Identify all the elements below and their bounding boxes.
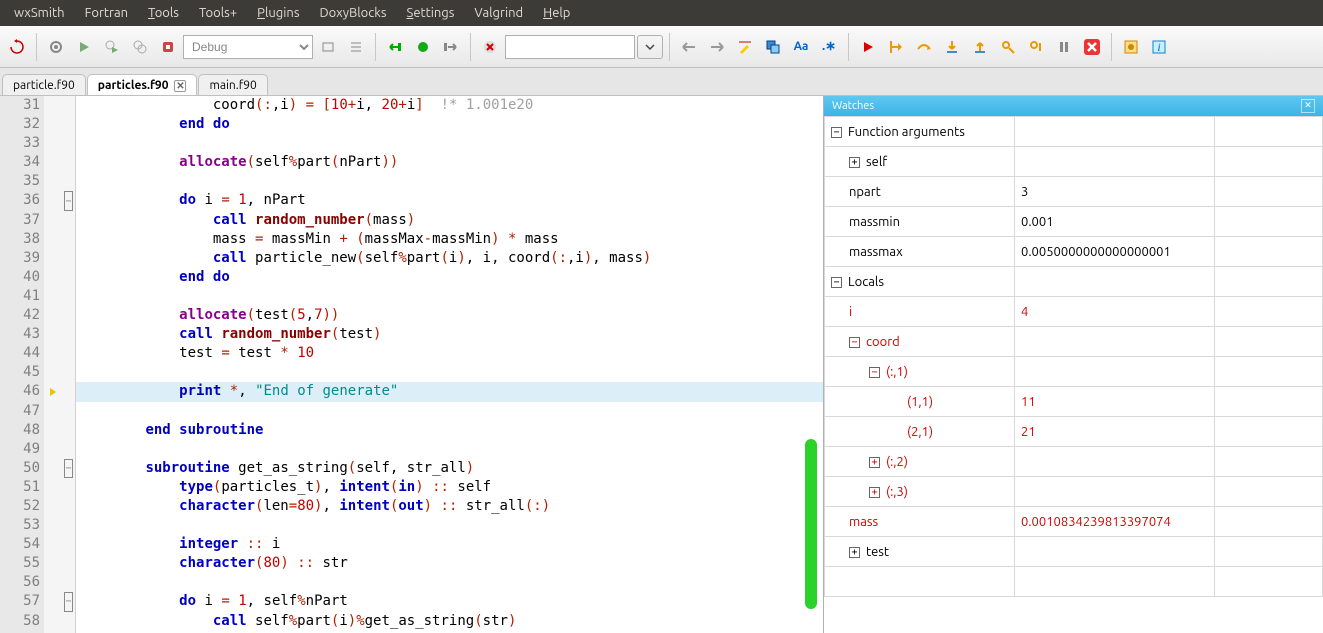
- menu-valgrind[interactable]: Valgrind: [464, 0, 533, 26]
- watch-row[interactable]: −Function arguments: [825, 117, 1323, 147]
- tab-particle-f90[interactable]: particle.f90: [2, 74, 86, 95]
- debug-windows-icon[interactable]: [1118, 34, 1144, 60]
- step-over-icon[interactable]: [911, 34, 937, 60]
- watch-row[interactable]: +test: [825, 537, 1323, 567]
- step-instr-icon[interactable]: [995, 34, 1021, 60]
- fold-gutter[interactable]: −−−: [62, 96, 76, 633]
- jump-forward-icon[interactable]: [438, 34, 464, 60]
- step-into-instr-icon[interactable]: [1023, 34, 1049, 60]
- abort-icon[interactable]: [155, 34, 181, 60]
- watches-panel: Watches ✕ −Function arguments+selfnpart3…: [823, 96, 1323, 633]
- expand-icon[interactable]: +: [849, 157, 860, 168]
- expand-icon[interactable]: +: [869, 457, 880, 468]
- case-icon[interactable]: Aa: [788, 34, 814, 60]
- search-input[interactable]: [505, 35, 635, 59]
- watch-row[interactable]: massmax0.0050000000000000001: [825, 237, 1323, 267]
- info-icon[interactable]: i: [1146, 34, 1172, 60]
- stop-debug-icon[interactable]: [1079, 34, 1105, 60]
- run-to-cursor-icon[interactable]: [883, 34, 909, 60]
- highlight-icon[interactable]: [732, 34, 758, 60]
- breakpoint-icon[interactable]: [410, 34, 436, 60]
- watch-row[interactable]: +self: [825, 147, 1323, 177]
- watches-title-label: Watches: [832, 100, 874, 112]
- menu-tools[interactable]: Tools: [138, 0, 189, 26]
- expand-icon[interactable]: +: [849, 547, 860, 558]
- regex-icon[interactable]: .∗: [816, 34, 842, 60]
- marker-gutter[interactable]: [44, 96, 62, 633]
- menu-doxyblocks[interactable]: DoxyBlocks: [309, 0, 396, 26]
- editor-tabs: particle.f90particles.f90✕main.f90: [0, 68, 1323, 96]
- watch-row[interactable]: (1,1)11: [825, 387, 1323, 417]
- build-target-select[interactable]: Debug: [183, 35, 313, 59]
- code-body[interactable]: coord(:,i) = [10+i, 20+i] !* 1.001e20 en…: [76, 96, 823, 633]
- rebuild-icon[interactable]: [127, 34, 153, 60]
- collapse-icon[interactable]: −: [831, 277, 842, 288]
- svg-text:i: i: [1157, 40, 1160, 54]
- close-icon[interactable]: ✕: [1301, 99, 1315, 113]
- watch-row[interactable]: −Locals: [825, 267, 1323, 297]
- watch-row[interactable]: (2,1)21: [825, 417, 1323, 447]
- dropdown-icon[interactable]: [637, 35, 663, 59]
- menu-settings[interactable]: Settings: [397, 0, 465, 26]
- watch-row[interactable]: −coord: [825, 327, 1323, 357]
- step-out-icon[interactable]: [967, 34, 993, 60]
- close-tab-icon[interactable]: ✕: [174, 80, 186, 92]
- tab-particles-f90[interactable]: particles.f90✕: [87, 74, 198, 95]
- debug-run-icon[interactable]: [855, 34, 881, 60]
- gear-icon[interactable]: [43, 34, 69, 60]
- menubar: wxSmithFortranToolsTools+PluginsDoxyBloc…: [0, 0, 1323, 26]
- scroll-indicator: [805, 439, 817, 609]
- select-icon[interactable]: [760, 34, 786, 60]
- line-number-gutter: 3132333435363738394041424344454647484950…: [0, 96, 44, 633]
- menu-plugins[interactable]: Plugins: [247, 0, 309, 26]
- menu-wxsmith[interactable]: wxSmith: [4, 0, 75, 26]
- list-icon[interactable]: [343, 34, 369, 60]
- watch-row[interactable]: [825, 567, 1323, 597]
- collapse-icon[interactable]: −: [849, 337, 860, 348]
- jump-back-icon[interactable]: [382, 34, 408, 60]
- watch-row[interactable]: mass0.0010834239813397074: [825, 507, 1323, 537]
- next-target-icon[interactable]: [315, 34, 341, 60]
- step-into-icon[interactable]: [939, 34, 965, 60]
- watch-row[interactable]: +(:,2): [825, 447, 1323, 477]
- watches-titlebar[interactable]: Watches ✕: [824, 96, 1323, 116]
- build-run-icon[interactable]: [99, 34, 125, 60]
- expand-icon[interactable]: +: [869, 487, 880, 498]
- watch-row[interactable]: massmin0.001: [825, 207, 1323, 237]
- code-editor[interactable]: 3132333435363738394041424344454647484950…: [0, 96, 823, 633]
- menu-fortran[interactable]: Fortran: [75, 0, 139, 26]
- toolbar: Debug Aa .∗ i: [0, 26, 1323, 68]
- collapse-icon[interactable]: −: [831, 127, 842, 138]
- tab-main-f90[interactable]: main.f90: [198, 74, 267, 95]
- pause-icon[interactable]: [1051, 34, 1077, 60]
- watch-row[interactable]: −(:,1): [825, 357, 1323, 387]
- collapse-icon[interactable]: −: [869, 367, 880, 378]
- watch-row[interactable]: npart3: [825, 177, 1323, 207]
- nav-back-icon[interactable]: [676, 34, 702, 60]
- watch-row[interactable]: +(:,3): [825, 477, 1323, 507]
- clear-icon[interactable]: [477, 34, 503, 60]
- nav-forward-icon[interactable]: [704, 34, 730, 60]
- menu-tools+[interactable]: Tools+: [189, 0, 247, 26]
- watches-table[interactable]: −Function arguments+selfnpart3massmin0.0…: [824, 116, 1323, 597]
- run-icon[interactable]: [71, 34, 97, 60]
- refresh-icon[interactable]: [4, 34, 30, 60]
- menu-help[interactable]: Help: [533, 0, 580, 26]
- watch-row[interactable]: i4: [825, 297, 1323, 327]
